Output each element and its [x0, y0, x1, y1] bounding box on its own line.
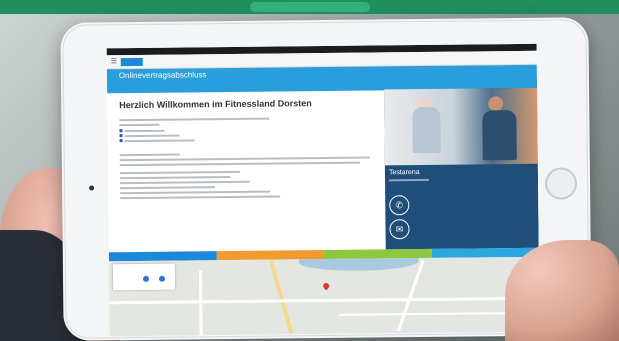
tablet-screen: ☰ Onlinevertragsabschluss Herzlich Willk… [106, 43, 540, 337]
map-info-text [113, 264, 175, 269]
text-line [120, 186, 216, 190]
home-button[interactable] [544, 167, 578, 200]
text-line [119, 176, 230, 180]
text-line [119, 156, 370, 162]
staff-photo [384, 87, 538, 166]
save-icon[interactable] [159, 275, 166, 282]
phone-icon[interactable]: ✆ [389, 195, 410, 216]
mail-icon[interactable]: ✉ [389, 219, 410, 240]
map-pin-icon[interactable] [321, 281, 331, 291]
contact-sidebar: Testarena ✆ ✉ [384, 87, 539, 250]
text-line [119, 117, 270, 122]
location-map[interactable] [108, 256, 540, 337]
text-line [119, 161, 360, 167]
welcome-heading: Herzlich Willkommen im Fitnessland Dorst… [119, 98, 312, 111]
text-line [119, 170, 240, 175]
page-title: Onlinevertragsabschluss [118, 70, 207, 81]
map-road [198, 270, 203, 336]
text-line [120, 195, 281, 200]
map-road [269, 260, 294, 334]
logo[interactable] [120, 57, 144, 66]
sidebar-title: Testarena [388, 169, 420, 177]
text-line [119, 123, 160, 127]
menu-icon[interactable]: ☰ [111, 58, 117, 65]
content-left: Herzlich Willkommen im Fitnessland Dorst… [119, 89, 386, 252]
text-line [120, 190, 271, 195]
map-road [396, 259, 425, 332]
background-top-band [0, 0, 619, 14]
bullet-item [119, 136, 385, 143]
text-line [119, 153, 180, 157]
text-line [120, 180, 251, 185]
sidebar-address [389, 178, 430, 182]
map-road [109, 296, 540, 305]
main-content: Herzlich Willkommen im Fitnessland Dorst… [107, 87, 539, 252]
directions-icon[interactable] [143, 275, 150, 282]
map-info-box [112, 263, 176, 291]
camera-icon [89, 185, 95, 191]
map-water [298, 256, 419, 272]
